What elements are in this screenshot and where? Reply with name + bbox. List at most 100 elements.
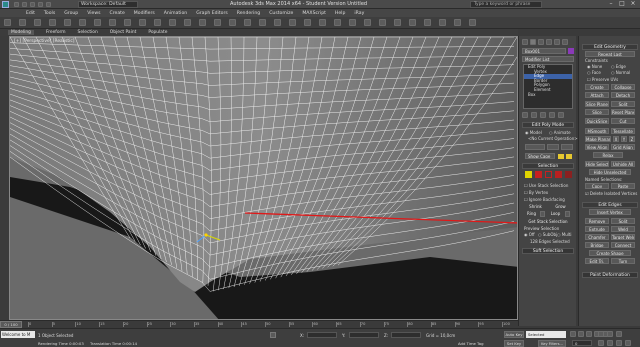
quickslice-button[interactable]: QuickSlice xyxy=(585,118,609,124)
delete-isolated-checkbox[interactable]: ☑ Delete Isolated Vertices xyxy=(585,191,637,196)
play-icon[interactable] xyxy=(586,331,592,337)
settings-button[interactable] xyxy=(547,144,559,150)
menu-tools[interactable]: Tools xyxy=(44,11,55,16)
make-unique-icon[interactable] xyxy=(540,112,546,118)
display-tab-icon[interactable] xyxy=(554,39,560,45)
layers-icon[interactable] xyxy=(364,19,371,26)
ring-button[interactable]: Ring xyxy=(524,211,539,217)
collapse-button[interactable]: Collapse xyxy=(611,84,635,90)
preview-multi-radio[interactable]: ○ Multi xyxy=(557,232,572,237)
select-manipulate-icon[interactable] xyxy=(229,19,236,26)
key-filters-button[interactable]: Key Filters... xyxy=(538,340,566,347)
link-icon[interactable] xyxy=(34,19,41,26)
create-shape-button[interactable]: Create Shape xyxy=(589,250,631,256)
redo-icon[interactable] xyxy=(19,19,26,26)
tab-selection[interactable]: Selection xyxy=(78,30,98,35)
current-frame-field[interactable]: 0 xyxy=(572,340,592,346)
time-slider-thumb[interactable]: 0 / 100 xyxy=(0,321,22,328)
loop-spinner[interactable] xyxy=(565,211,570,217)
relax-button[interactable]: Relax xyxy=(593,152,623,158)
menu-maxscript[interactable]: MAXScript xyxy=(302,11,326,16)
grow-button[interactable]: Grow xyxy=(549,204,572,210)
show-cage-checkbox[interactable]: Show Cage xyxy=(525,153,555,159)
rectangle-select-icon[interactable] xyxy=(124,19,131,26)
snap-icon[interactable] xyxy=(259,19,266,26)
planar-x-button[interactable]: X xyxy=(613,136,619,142)
shrink-button[interactable]: Shrink xyxy=(524,204,547,210)
view-align-button[interactable]: View Align xyxy=(585,144,609,150)
redo-icon[interactable] xyxy=(46,2,51,7)
select-move-icon[interactable] xyxy=(154,19,161,26)
orbit-icon[interactable] xyxy=(616,340,622,346)
x-coord-field[interactable] xyxy=(307,332,337,338)
cage-color-1[interactable] xyxy=(558,154,564,159)
modifier-stack[interactable]: Edit Poly Vertex Edge Border Polygon Ele… xyxy=(523,64,573,109)
mesh-render[interactable] xyxy=(10,37,518,320)
object-color-swatch[interactable] xyxy=(568,48,574,54)
undo-icon[interactable] xyxy=(4,19,11,26)
menu-create[interactable]: Create xyxy=(110,11,125,16)
tab-object-paint[interactable]: Object Paint xyxy=(110,30,137,35)
menu-edit[interactable]: Edit xyxy=(26,11,35,16)
extrude-button[interactable]: Extrude xyxy=(585,226,609,232)
slice-plane-button[interactable]: Slice Plane xyxy=(585,101,609,107)
paste-button[interactable]: Paste xyxy=(611,183,635,189)
motion-tab-icon[interactable] xyxy=(546,39,552,45)
insert-vertex-button[interactable]: Insert Vertex xyxy=(589,209,631,215)
selection-header[interactable]: Selection xyxy=(522,163,574,169)
remove-button[interactable]: Remove xyxy=(585,218,609,224)
pan-icon[interactable] xyxy=(607,340,613,346)
edit-poly-mode-header[interactable]: Edit Poly Mode xyxy=(522,122,574,128)
menu-rendering[interactable]: Rendering xyxy=(237,11,260,16)
object-name-field[interactable]: Box001 xyxy=(522,48,566,54)
preview-off-radio[interactable]: ◉ Off xyxy=(524,232,535,237)
preview-subobj-radio[interactable]: ○ SubObj xyxy=(538,232,557,237)
chamfer-button[interactable]: Chamfer xyxy=(585,234,609,240)
cage-color-2[interactable] xyxy=(566,154,572,159)
ignore-backfacing-checkbox[interactable]: ☐ Ignore Backfacing xyxy=(524,197,565,202)
border-mode-icon[interactable] xyxy=(545,171,552,178)
reference-coord-icon[interactable] xyxy=(199,19,206,26)
constraint-none-radio[interactable]: ◉ None xyxy=(587,64,602,69)
unlink-icon[interactable] xyxy=(49,19,56,26)
zoom-icon[interactable] xyxy=(598,331,604,337)
close-icon[interactable]: × xyxy=(628,0,638,8)
open-file-icon[interactable] xyxy=(22,2,27,7)
use-stack-selection-checkbox[interactable]: ☐ Use Stack Selection xyxy=(524,183,568,188)
menu-graph-editors[interactable]: Graph Editors xyxy=(196,11,228,16)
turn-button[interactable]: Turn xyxy=(611,258,635,264)
menu-modifiers[interactable]: Modifiers xyxy=(134,11,155,16)
selected-dropdown[interactable]: Selected xyxy=(526,331,566,338)
render-icon[interactable] xyxy=(469,19,476,26)
by-vertex-checkbox[interactable]: ☐ By Vertex xyxy=(524,190,548,195)
pivot-center-icon[interactable] xyxy=(214,19,221,26)
add-time-tag[interactable]: Add Time Tag xyxy=(458,341,483,346)
y-coord-field[interactable] xyxy=(349,332,379,338)
hide-unselected-button[interactable]: Hide Unselected xyxy=(589,169,631,175)
select-rotate-icon[interactable] xyxy=(169,19,176,26)
constraint-edge-radio[interactable]: ○ Edge xyxy=(611,64,626,69)
model-radio[interactable]: ◉ Model xyxy=(525,130,542,135)
timeline-slider[interactable]: 0 / 100 0 5 10 15 20 25 30 35 40 45 50 55 60 65 70 75 80… xyxy=(0,320,518,328)
make-planar-button[interactable]: Make Planar xyxy=(585,136,611,142)
commit-button[interactable] xyxy=(525,144,545,150)
maxscript-listener[interactable]: Welcome to M xyxy=(1,331,35,338)
window-crossing-icon[interactable] xyxy=(139,19,146,26)
named-sets-icon[interactable] xyxy=(319,19,326,26)
workspace-dropdown[interactable]: Workspace: Default xyxy=(78,1,138,8)
render-setup-icon[interactable] xyxy=(439,19,446,26)
keyboard-shortcut-icon[interactable] xyxy=(244,19,251,26)
polygon-mode-icon[interactable] xyxy=(555,171,562,178)
material-editor-icon[interactable] xyxy=(424,19,431,26)
element-mode-icon[interactable] xyxy=(565,171,572,178)
z-coord-field[interactable] xyxy=(391,332,421,338)
search-input[interactable]: Type a keyword or phrase xyxy=(470,1,542,8)
auto-key-button[interactable]: Auto Key xyxy=(504,331,524,338)
maximize-viewport-icon[interactable] xyxy=(625,340,631,346)
menu-iray[interactable]: iRay xyxy=(354,11,364,16)
menu-views[interactable]: Views xyxy=(87,11,100,16)
pin-stack-icon[interactable] xyxy=(522,112,528,118)
paint-deformation-header[interactable]: Paint Deformation xyxy=(582,272,638,278)
create-tab-icon[interactable] xyxy=(522,39,528,45)
align-icon[interactable] xyxy=(349,19,356,26)
